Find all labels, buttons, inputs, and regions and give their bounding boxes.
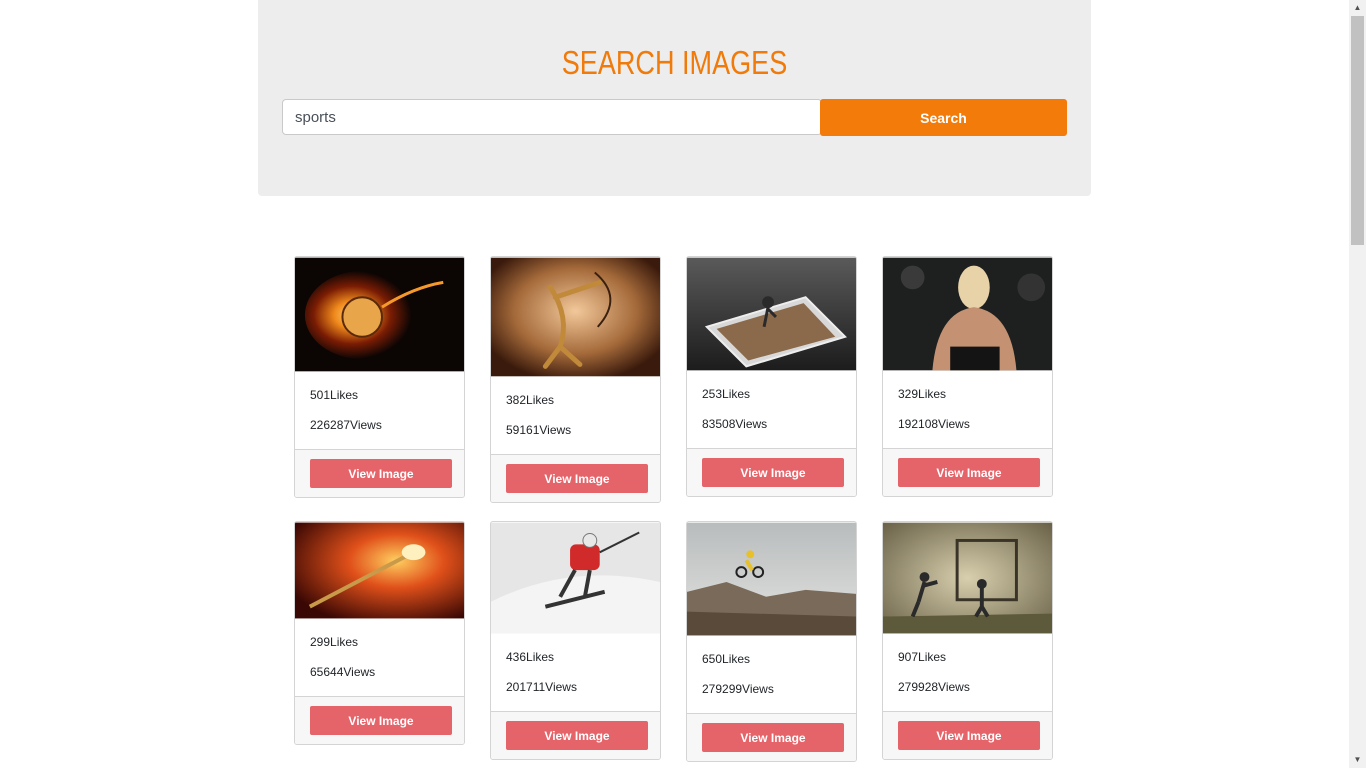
card-footer: View Image [883, 448, 1052, 496]
view-image-button[interactable]: View Image [898, 458, 1040, 487]
image-card: 650Likes 279299Views View Image [686, 521, 857, 762]
image-card: 329Likes 192108Views View Image [882, 256, 1053, 497]
scroll-up-icon[interactable]: ▲ [1349, 0, 1366, 16]
image-card: 436Likes 201711Views View Image [490, 521, 661, 760]
card-image[interactable] [491, 522, 660, 634]
card-image[interactable] [687, 257, 856, 371]
likes-count: 299Likes [310, 635, 359, 649]
scroll-thumb[interactable] [1351, 16, 1364, 245]
search-input[interactable] [282, 99, 822, 135]
likes-count: 907Likes [898, 650, 947, 664]
card-footer: View Image [295, 696, 464, 744]
image-card: 907Likes 279928Views View Image [882, 521, 1053, 760]
view-image-button[interactable]: View Image [506, 464, 648, 493]
views-count: 226287Views [310, 418, 382, 432]
page: SEARCH IMAGES Search 501Likes 226287View… [0, 0, 1349, 768]
image-card: 382Likes 59161Views View Image [490, 256, 661, 503]
view-image-button[interactable]: View Image [310, 706, 452, 735]
likes-count: 501Likes [310, 388, 359, 402]
search-panel: SEARCH IMAGES Search [258, 0, 1091, 196]
card-image[interactable] [883, 522, 1052, 634]
card-footer: View Image [491, 454, 660, 502]
view-image-button[interactable]: View Image [702, 723, 844, 752]
image-card: 299Likes 65644Views View Image [294, 521, 465, 745]
likes-count: 436Likes [506, 650, 555, 664]
views-count: 83508Views [702, 417, 768, 431]
vertical-scrollbar[interactable]: ▲ ▼ [1349, 0, 1366, 768]
view-image-button[interactable]: View Image [898, 721, 1040, 750]
card-image[interactable] [883, 257, 1052, 371]
views-count: 201711Views [506, 680, 577, 694]
card-image[interactable] [491, 257, 660, 377]
views-count: 192108Views [898, 417, 970, 431]
view-image-button[interactable]: View Image [506, 721, 648, 750]
likes-count: 650Likes [702, 652, 751, 666]
views-count: 65644Views [310, 665, 376, 679]
views-count: 279299Views [702, 682, 774, 696]
views-count: 59161Views [506, 423, 572, 437]
card-footer: View Image [491, 711, 660, 759]
view-image-button[interactable]: View Image [702, 458, 844, 487]
likes-count: 382Likes [506, 393, 555, 407]
card-image[interactable] [295, 257, 464, 372]
search-button[interactable]: Search [820, 99, 1067, 136]
views-count: 279928Views [898, 680, 970, 694]
view-image-button[interactable]: View Image [310, 459, 452, 488]
card-footer: View Image [883, 711, 1052, 759]
likes-count: 329Likes [898, 387, 947, 401]
page-title: SEARCH IMAGES [561, 44, 788, 81]
scroll-down-icon[interactable]: ▼ [1349, 752, 1366, 768]
card-footer: View Image [687, 713, 856, 761]
card-image[interactable] [295, 522, 464, 619]
image-card: 501Likes 226287Views View Image [294, 256, 465, 498]
image-card: 253Likes 83508Views View Image [686, 256, 857, 497]
card-footer: View Image [295, 449, 464, 497]
card-footer: View Image [687, 448, 856, 496]
likes-count: 253Likes [702, 387, 751, 401]
card-image[interactable] [687, 522, 856, 636]
